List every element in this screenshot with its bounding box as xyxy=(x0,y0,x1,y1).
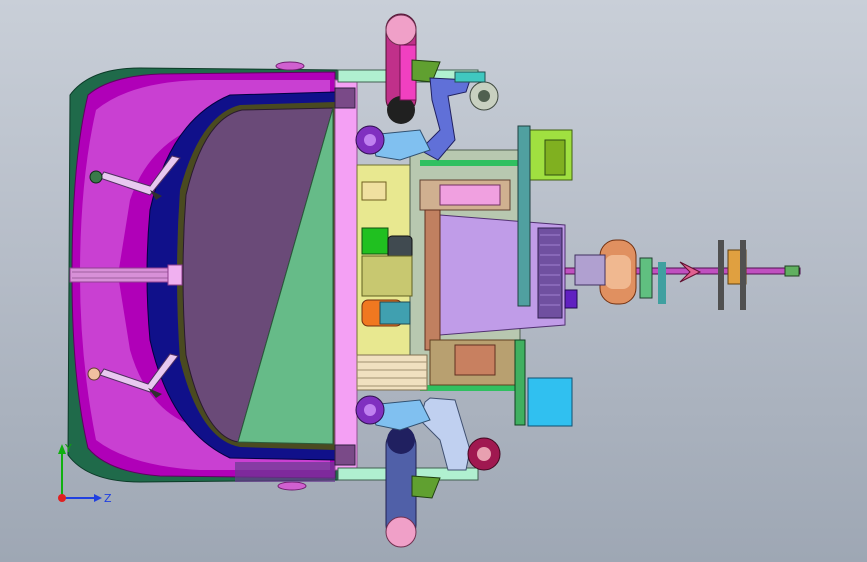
brown-frame-left[interactable] xyxy=(424,209,441,351)
cyan-box-bottom[interactable] xyxy=(527,377,573,427)
cad-model-view[interactable] xyxy=(0,0,867,562)
frame-pink-column[interactable] xyxy=(334,79,358,471)
cad-viewport[interactable]: Y Z xyxy=(0,0,867,562)
z-axis-arrow xyxy=(94,494,102,502)
lower-suspension-arm[interactable] xyxy=(419,397,471,471)
lower-wheel-hub[interactable] xyxy=(387,426,415,454)
hood-bottom-knob[interactable] xyxy=(277,481,307,491)
blue-component[interactable] xyxy=(564,289,578,309)
rear-bracket[interactable] xyxy=(639,257,653,299)
frame-top-bracket[interactable] xyxy=(334,87,356,109)
green-pipe-top[interactable] xyxy=(420,160,520,166)
x-axis-dot xyxy=(58,494,66,502)
z-axis-label: Z xyxy=(104,492,112,505)
rear-tip[interactable] xyxy=(784,265,800,277)
frame-bottom-bracket[interactable] xyxy=(334,444,356,466)
hood-bottom-edge[interactable] xyxy=(235,462,335,482)
hood-strip-end[interactable] xyxy=(167,264,183,286)
axis-triad: Y Z xyxy=(58,442,112,505)
hood-center-strip[interactable] xyxy=(69,267,181,283)
radiator-lower[interactable] xyxy=(356,354,428,391)
hood-top-knob[interactable] xyxy=(275,61,305,71)
green-pipe-bottom[interactable] xyxy=(420,385,520,391)
green-component[interactable] xyxy=(361,227,389,255)
yellow-box-top[interactable] xyxy=(361,181,387,201)
y-axis-label: Y xyxy=(64,442,72,455)
